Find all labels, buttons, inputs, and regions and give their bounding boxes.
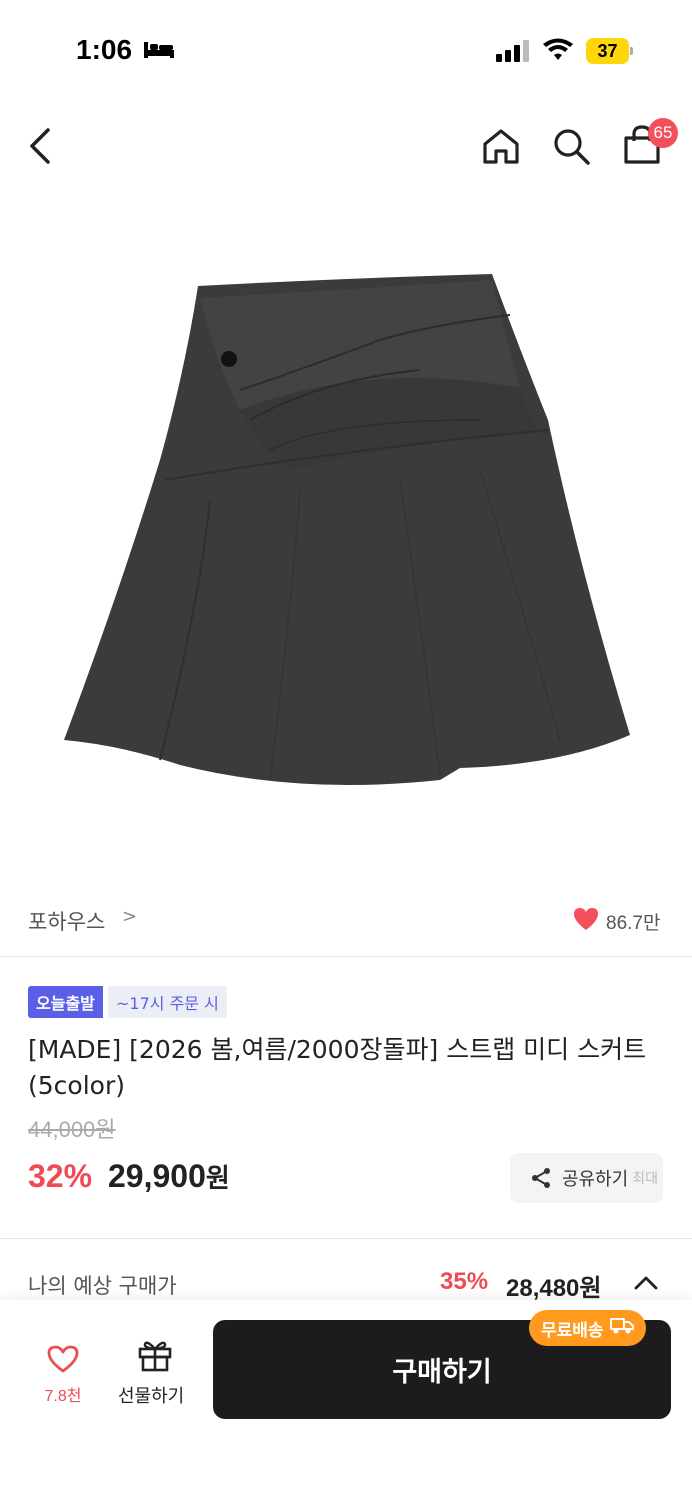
sale-price-unit: 원 bbox=[205, 1163, 230, 1193]
discount-rate: 32% bbox=[28, 1158, 93, 1194]
share-button[interactable]: 공유하기 최대 bbox=[510, 1153, 663, 1203]
share-label: 공유하기 bbox=[562, 1169, 629, 1190]
chevron-up-icon[interactable] bbox=[634, 1274, 658, 1294]
sale-price-amount: 29,900 bbox=[108, 1158, 206, 1194]
product-title: [MADE] [2026 봄,여름/2000장돌파] 스트랩 미디 스커트 (5… bbox=[28, 1035, 647, 1100]
estimated-price: 28,480원 bbox=[506, 1275, 602, 1302]
free-shipping-label: 무료배송 bbox=[541, 1320, 604, 1341]
status-time: 1:06 bbox=[76, 34, 133, 65]
today-shipping-badge: 오늘출발 bbox=[28, 986, 103, 1018]
product-image[interactable] bbox=[0, 220, 692, 860]
heart-outline-icon[interactable] bbox=[46, 1344, 80, 1378]
search-icon[interactable] bbox=[550, 126, 592, 170]
estimated-discount-rate: 35% bbox=[440, 1268, 489, 1295]
cart-count-badge: 65 bbox=[648, 118, 678, 148]
sleep-bed-icon bbox=[143, 38, 175, 64]
free-shipping-badge: 무료배송 bbox=[529, 1310, 646, 1346]
back-icon[interactable] bbox=[24, 126, 58, 170]
brand-link[interactable]: 포하우스 bbox=[28, 906, 105, 936]
truck-icon bbox=[609, 1317, 634, 1340]
signal-icon bbox=[496, 40, 530, 66]
estimated-price-label: 나의 예상 구매가 bbox=[28, 1274, 177, 1298]
share-extra: 최대 bbox=[632, 1171, 659, 1187]
gift-button-label[interactable]: 선물하기 bbox=[118, 1382, 184, 1408]
divider bbox=[0, 1238, 692, 1239]
battery-level: 37 bbox=[586, 38, 629, 64]
gift-icon[interactable] bbox=[137, 1338, 173, 1376]
brand-row: 포하우스 > 86.7만 bbox=[0, 896, 692, 946]
sale-price: 29,900원 bbox=[108, 1158, 230, 1195]
chevron-right-icon[interactable]: > bbox=[122, 906, 137, 927]
divider bbox=[0, 956, 692, 957]
brand-like-count: 86.7만 bbox=[606, 913, 661, 934]
order-cutoff-badge: ~17시 주문 시 bbox=[108, 986, 227, 1018]
wish-count: 7.8천 bbox=[44, 1388, 82, 1405]
battery-indicator: 37 bbox=[586, 38, 633, 64]
home-icon[interactable] bbox=[480, 126, 522, 170]
original-price: 44,000원 bbox=[28, 1117, 116, 1142]
top-navigation: 65 bbox=[0, 110, 692, 186]
wifi-icon bbox=[542, 38, 574, 66]
heart-filled-icon[interactable] bbox=[572, 906, 600, 936]
status-bar: 1:06 37 bbox=[0, 0, 692, 100]
bottom-action-bar: 7.8천 선물하기 구매하기 무료배송 bbox=[0, 1300, 692, 1500]
share-icon bbox=[530, 1167, 552, 1189]
